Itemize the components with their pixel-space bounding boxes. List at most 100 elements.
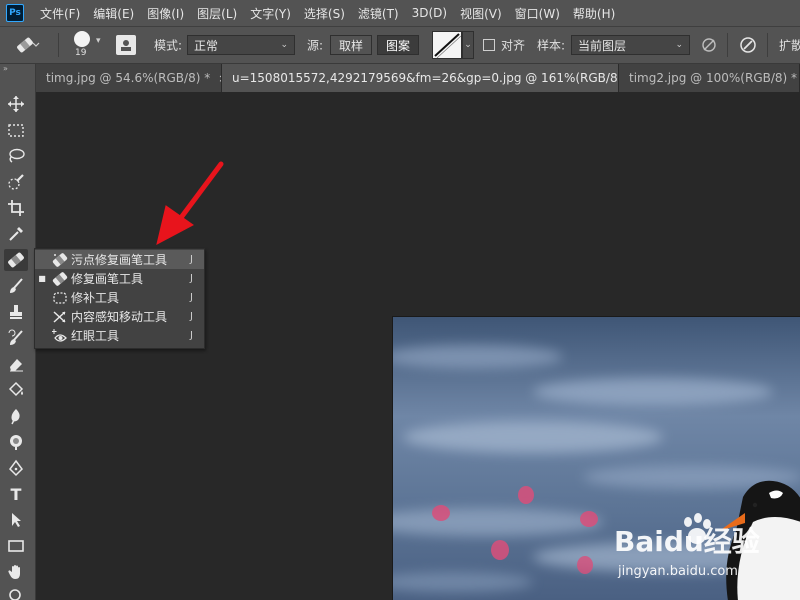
path-selection-tool-icon[interactable] [4,509,28,531]
flyout-item-spot-healing-brush[interactable]: 污点修复画笔工具 J [35,250,204,269]
tab-timg2[interactable]: timg2.jpg @ 100%(RGB/8) * × [619,64,800,92]
pattern-preview-icon [434,33,462,59]
brush-tool-icon[interactable] [4,275,28,297]
marquee-tool-icon[interactable] [4,119,28,141]
move-tool-icon[interactable] [4,93,28,115]
sample-value: 当前图层 [578,38,627,53]
tab-u-image[interactable]: u=1508015572,4292179569&fm=26&gp=0.jpg @… [222,64,619,92]
flyout-item-healing-brush[interactable]: ■ 修复画笔工具 J [35,269,204,288]
mode-label: 模式: [154,38,183,53]
menu-view[interactable]: 视图(V) [460,5,502,22]
document-tabs: timg.jpg @ 54.6%(RGB/8) * × u=1508015572… [36,64,800,92]
menu-layer[interactable]: 图层(L) [197,5,237,22]
mode-dropdown[interactable]: 正常 ⌄ [187,35,295,55]
clone-stamp-tool-icon[interactable] [4,301,28,323]
blur-tool-icon[interactable] [4,405,28,427]
sample-label: 样本: [537,38,566,53]
menu-edit[interactable]: 编辑(E) [93,5,134,22]
source-label: 源: [307,38,324,53]
flyout-item-shortcut: J [190,254,193,265]
hand-tool-icon[interactable] [4,561,28,583]
tab-timg[interactable]: timg.jpg @ 54.6%(RGB/8) * × [36,64,222,92]
healing-brush-icon [49,269,71,288]
selected-bullet-icon: ■ [38,274,46,283]
lasso-tool-icon[interactable] [4,145,28,167]
collapse-toolbar-icon[interactable]: » [0,64,36,74]
flyout-item-label: 内容感知移动工具 [71,310,168,324]
crop-tool-icon[interactable] [4,197,28,219]
red-eye-tool-icon [49,326,71,345]
menu-select[interactable]: 选择(S) [304,5,345,22]
menu-window[interactable]: 窗口(W) [515,5,560,22]
healing-tools-flyout: 污点修复画笔工具 J ■ 修复画笔工具 J 修补工具 J 内容感知移动工具 J … [34,248,205,349]
pen-tool-icon[interactable] [4,457,28,479]
pressure-glyph-icon [740,37,756,53]
tab-label: timg2.jpg @ 100%(RGB/8) * [629,71,798,85]
pressure-size-icon[interactable] [738,35,758,55]
brush-settings-glyph-icon [121,40,131,51]
healing-brush-preset-icon [17,37,40,53]
brush-picker[interactable]: 19 ▾ [70,28,110,62]
source-pattern-button[interactable]: 图案 [377,35,420,55]
separator [58,33,59,57]
options-bar: 19 ▾ 模式: 正常 ⌄ 源: 取样 图案 ⌄ 对齐 样本: 当前图层 ⌄ 扩散 [0,26,800,64]
menu-bar: Ps 文件(F) 编辑(E) 图像(I) 图层(L) 文字(Y) 选择(S) 滤… [0,0,800,26]
align-label: 对齐 [501,38,526,53]
diffusion-label: 扩散 [779,38,800,53]
eraser-tool-icon[interactable] [4,353,28,375]
brush-size: 19 [75,48,87,58]
tab-label: u=1508015572,4292179569&fm=26&gp=0.jpg @… [232,71,619,85]
type-tool-icon[interactable]: T [4,483,28,505]
chevron-down-icon: ▾ [96,36,101,46]
ignore-adjustment-layers-icon[interactable] [700,36,718,54]
source-sampled-button[interactable]: 取样 [330,35,373,55]
tools-panel: » T [0,64,36,600]
mode-value: 正常 [194,38,219,53]
chevron-down-icon: ⌄ [675,40,683,50]
menu-3d[interactable]: 3D(D) [412,6,447,20]
watermark-brand: Baidu经验 [614,525,760,558]
flyout-item-label: 污点修复画笔工具 [71,253,168,267]
baidu-watermark: Baidu经验 jingyan.baidu.com [614,513,784,590]
menu-type[interactable]: 文字(Y) [250,5,291,22]
separator [727,33,728,57]
menu-filter[interactable]: 滤镜(T) [358,5,399,22]
watermark-url: jingyan.baidu.com [618,564,738,579]
flyout-item-label: 红眼工具 [71,329,120,343]
align-checkbox[interactable] [483,39,495,51]
tab-label: timg.jpg @ 54.6%(RGB/8) * [46,71,211,85]
healing-brush-tool-icon[interactable] [4,249,28,271]
flyout-item-patch[interactable]: 修补工具 J [35,288,204,307]
menu-help[interactable]: 帮助(H) [573,5,615,22]
patch-tool-icon [49,288,71,307]
separator [767,33,768,57]
spot-healing-brush-icon [49,250,71,269]
sample-dropdown[interactable]: 当前图层 ⌄ [571,35,690,55]
rectangle-tool-icon[interactable] [4,535,28,557]
photoshop-logo-icon: Ps [6,4,24,22]
ignore-adjustment-glyph-icon [702,38,716,52]
eyedropper-tool-icon[interactable] [4,223,28,245]
brush-settings-icon[interactable] [116,35,136,55]
flyout-item-red-eye[interactable]: 红眼工具 J [35,326,204,345]
paint-bucket-tool-icon[interactable] [4,379,28,401]
tool-preset-picker[interactable] [14,34,40,56]
flyout-item-shortcut: J [190,330,193,341]
brush-tip-icon [74,31,90,47]
flyout-item-shortcut: J [190,311,193,322]
flyout-item-label: 修补工具 [71,291,120,305]
zoom-tool-icon[interactable] [4,584,28,600]
flyout-item-content-aware-move[interactable]: 内容感知移动工具 J [35,307,204,326]
flyout-item-shortcut: J [190,273,193,284]
pattern-dropdown-caret-icon[interactable]: ⌄ [462,31,474,59]
quick-selection-tool-icon[interactable] [4,171,28,193]
menu-file[interactable]: 文件(F) [40,5,80,22]
flyout-item-label: 修复画笔工具 [71,272,144,286]
content-aware-move-icon [49,307,71,326]
dodge-tool-icon[interactable] [4,431,28,453]
chevron-down-icon: ⌄ [280,40,288,50]
menu-image[interactable]: 图像(I) [147,5,184,22]
pattern-swatch[interactable] [432,31,462,59]
flyout-item-shortcut: J [190,292,193,303]
history-brush-tool-icon[interactable] [4,327,28,349]
